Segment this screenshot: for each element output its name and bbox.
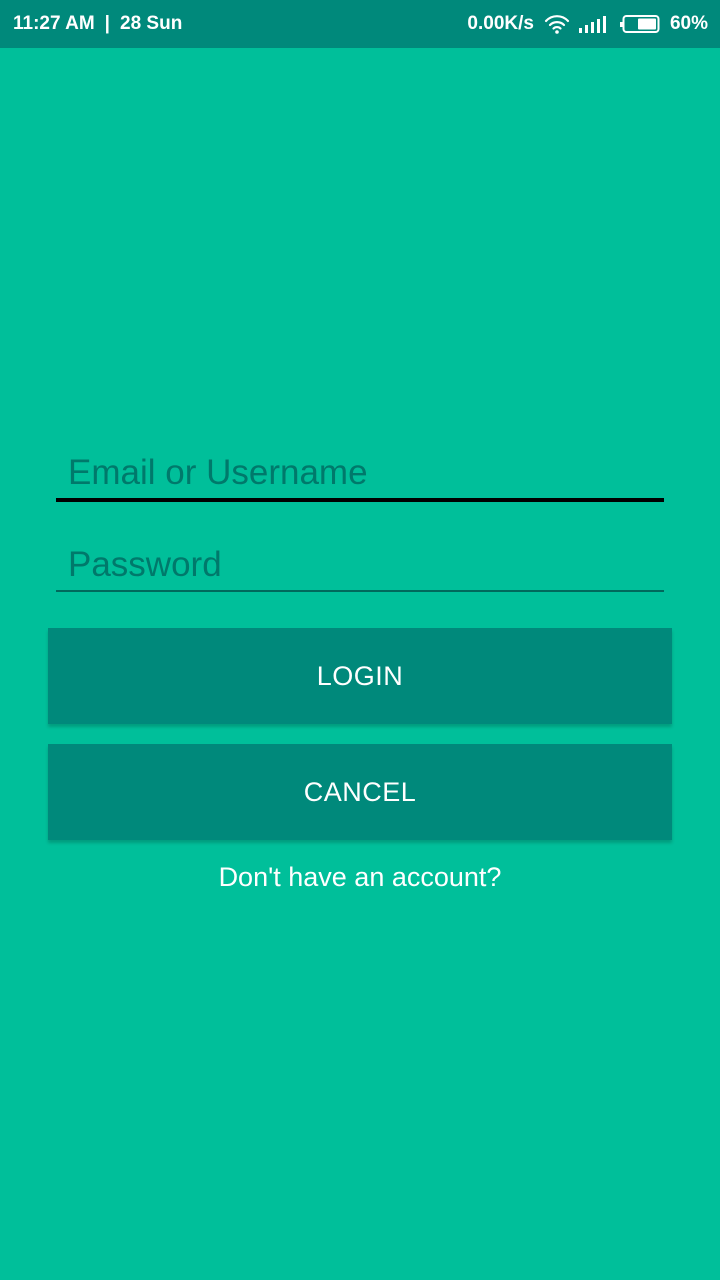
email-input[interactable] [56,448,664,498]
login-screen: 11:27 AM | 28 Sun 0.00K/s 60% Email or U… [0,0,720,1280]
status-date: 28 Sun [120,13,183,34]
status-left: 11:27 AM | 28 Sun [13,13,182,35]
wifi-icon [544,14,570,34]
email-field-container [56,448,664,502]
login-button[interactable]: LOGIN [48,628,672,724]
status-right: 0.00K/s 60% [467,0,708,48]
status-separator: | [104,13,110,34]
password-field-container [56,540,664,592]
battery-icon [619,15,660,33]
signup-link[interactable]: Don't have an account? [0,862,720,893]
battery-percent: 60% [669,13,708,34]
status-bar: 11:27 AM | 28 Sun 0.00K/s 60% [0,0,720,48]
cancel-button[interactable]: CANCEL [48,744,672,840]
status-time: 11:27 AM [13,13,95,34]
password-input[interactable] [56,540,664,590]
cell-signal-icon [578,15,606,33]
network-speed: 0.00K/s [467,13,534,34]
